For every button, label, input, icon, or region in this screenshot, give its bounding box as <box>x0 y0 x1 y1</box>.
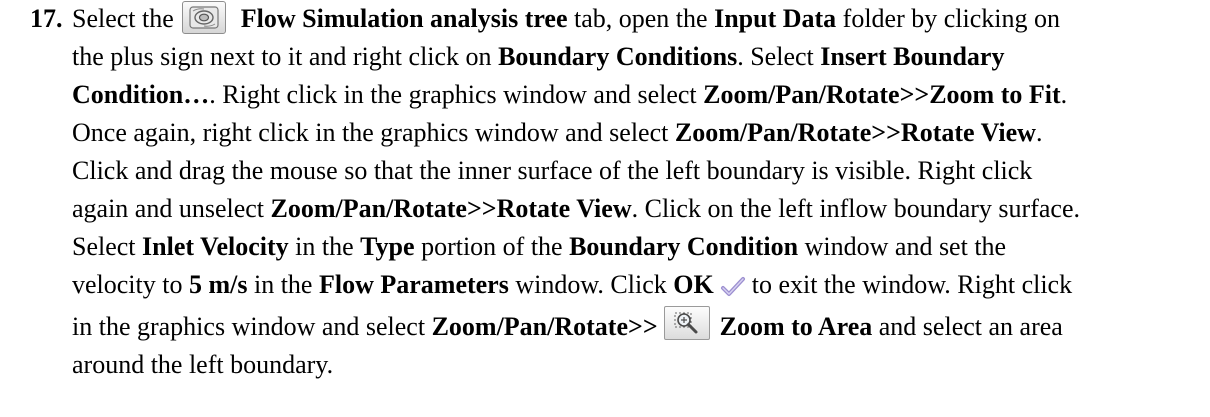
bold-term: Condition… <box>72 80 210 109</box>
text: around the left boundary. <box>72 350 334 379</box>
text: Once again, right click in the graphics … <box>72 118 669 147</box>
text: again and unselect <box>72 194 265 223</box>
text-line-9: in the graphics window and select Zoom/P… <box>72 306 1063 346</box>
text: . <box>1060 80 1068 109</box>
bold-term: Type <box>360 232 415 261</box>
bold-term: Zoom to Area <box>719 312 873 341</box>
bold-term: 5 m/s <box>188 270 248 299</box>
text: . <box>1035 118 1043 147</box>
text-line-4: Once again, right click in the graphics … <box>72 116 1042 150</box>
ok-checkmark-icon <box>720 273 746 297</box>
text: folder by clicking on <box>842 4 1061 33</box>
text: Select the <box>72 4 174 33</box>
bold-term: Insert Boundary <box>820 42 1005 71</box>
text: portion of the <box>421 232 563 261</box>
bold-term: Inlet Velocity <box>142 232 289 261</box>
text-line-1: Select the Flow Simulation analysis tree… <box>72 0 1061 38</box>
bold-term: Boundary Condition <box>569 232 799 261</box>
step-number: 17. <box>30 4 63 33</box>
text-line-5: Click and drag the mouse so that the inn… <box>72 154 1032 188</box>
text: window and set the <box>804 232 1007 261</box>
bold-term: Zoom/Pan/Rotate>>Zoom to Fit <box>703 80 1061 109</box>
text: in the <box>295 232 354 261</box>
flow-simulation-analysis-tree-icon <box>182 0 227 34</box>
text: to exit the window. Right click <box>751 270 1073 299</box>
text: the plus sign next to it and right click… <box>72 42 492 71</box>
text-line-7: Select Inlet Velocity in the Type portio… <box>72 230 1006 264</box>
bold-term: Flow Parameters <box>318 270 509 299</box>
zoom-to-area-icon <box>663 306 710 341</box>
text: velocity to <box>72 270 183 299</box>
bold-term: Zoom/Pan/Rotate>>Rotate View <box>674 118 1036 147</box>
text: . Click on the left inflow boundary surf… <box>631 194 1080 223</box>
instruction-step: 17. Select the Flow Simulation analysis … <box>0 0 1210 417</box>
text: Click and drag the mouse so that the inn… <box>72 156 1033 185</box>
text: Select <box>72 232 136 261</box>
text: and select an area <box>878 312 1063 341</box>
bold-term: Boundary Conditions <box>498 42 738 71</box>
bold-term: Zoom/Pan/Rotate>> <box>431 312 658 341</box>
bold-term: Flow Simulation analysis tree <box>240 4 568 33</box>
text: in the graphics window and select <box>72 312 426 341</box>
text: . Select <box>737 42 814 71</box>
text: window. Click <box>515 270 667 299</box>
bold-term: Zoom/Pan/Rotate>>Rotate View <box>270 194 632 223</box>
text-line-10: around the left boundary. <box>72 348 333 382</box>
text: tab, open the <box>574 4 708 33</box>
text-line-3: Condition…. Right click in the graphics … <box>72 78 1067 112</box>
text: . Right click in the graphics window and… <box>209 80 697 109</box>
bold-term: OK <box>673 270 714 299</box>
text: in the <box>253 270 313 299</box>
text-line-6: again and unselect Zoom/Pan/Rotate>>Rota… <box>72 192 1080 226</box>
text-line-8: velocity to 5 m/s in the Flow Parameters… <box>72 268 1072 302</box>
text-line-2: the plus sign next to it and right click… <box>72 40 1004 74</box>
bold-term: Input Data <box>714 4 837 33</box>
